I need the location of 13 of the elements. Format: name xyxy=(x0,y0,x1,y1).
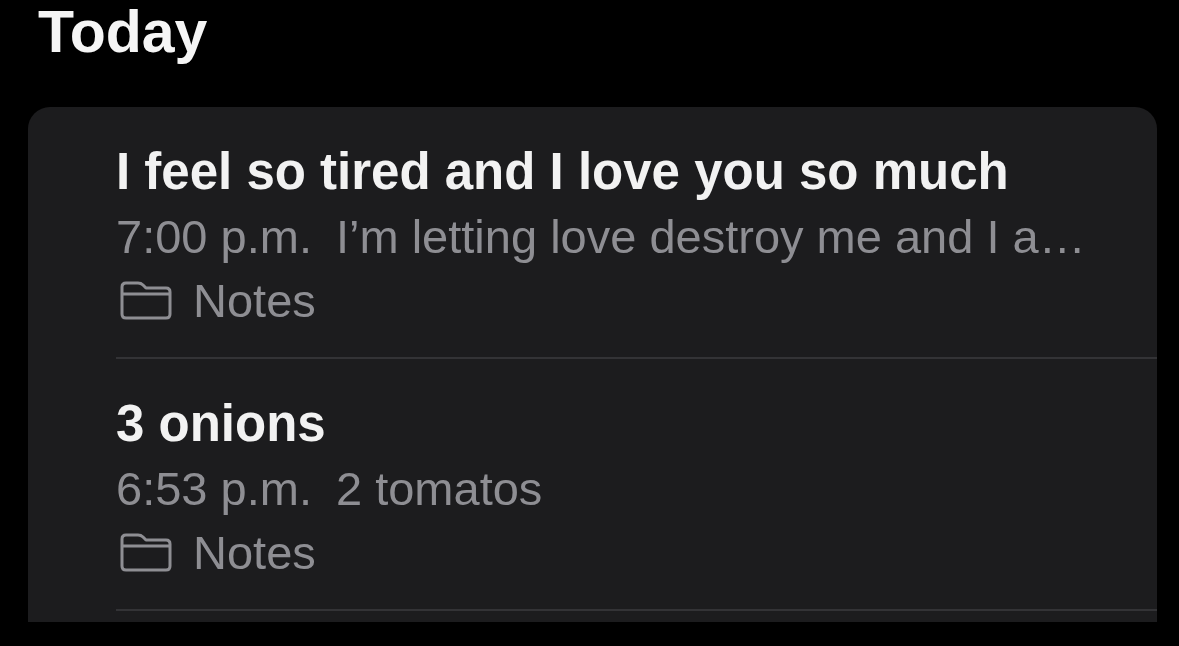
folder-label: Notes xyxy=(193,272,316,328)
note-title: 3 onions xyxy=(116,394,326,454)
section-title: Today xyxy=(38,0,208,64)
folder-label: Notes xyxy=(193,524,316,580)
note-title: I feel so tired and I love you so much xyxy=(116,142,1009,202)
note-time: 6:53 p.m. xyxy=(116,460,312,516)
folder-icon xyxy=(120,280,172,320)
note-row[interactable]: 3 onions 6:53 p.m. 2 tomatos Notes xyxy=(116,359,1157,611)
note-preview: I’m letting love destroy me and I a… xyxy=(335,208,1086,264)
note-row[interactable]: I feel so tired and I love you so much 7:00 p.m. I’m letting love destroy me and I a… Notes xyxy=(116,107,1157,359)
note-time: 7:00 p.m. xyxy=(116,208,312,264)
note-preview: 2 tomatos xyxy=(335,460,543,516)
folder-icon xyxy=(120,532,172,572)
